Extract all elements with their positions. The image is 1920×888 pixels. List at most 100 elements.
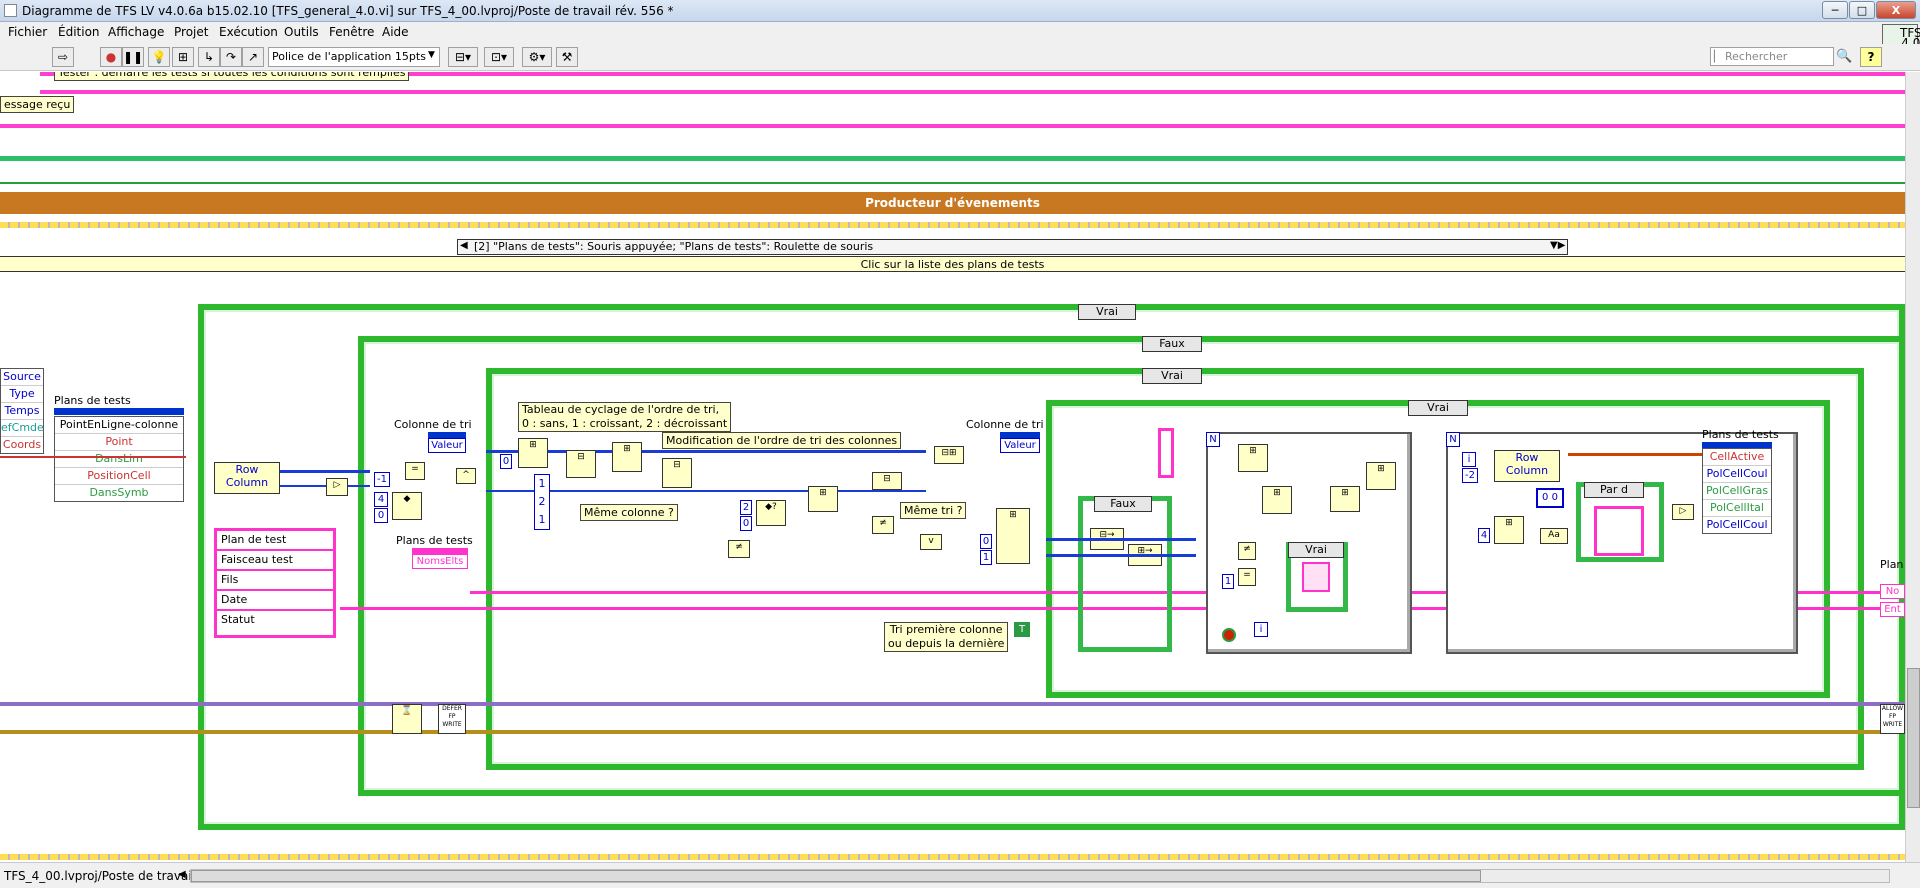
equal-node[interactable]: = — [405, 462, 425, 480]
event-data-node[interactable]: Source Type Temps efCmde Coords — [0, 368, 44, 454]
plans-property-node[interactable]: PointEnLigne-colonne Point DansLim Posit… — [54, 416, 184, 502]
not-equal-node-2[interactable]: ≠ — [728, 540, 750, 558]
scroll-left-icon[interactable]: ◀ — [178, 869, 186, 880]
noms-elts-var[interactable]: NomsElts — [412, 554, 468, 569]
index-array-node-4[interactable]: ⊞ — [1238, 444, 1268, 472]
array-subset-node[interactable]: ⊟ — [566, 450, 596, 478]
select-node[interactable]: ◆ — [392, 492, 422, 520]
block-diagram[interactable]: Tester : démarre les tests si toutes les… — [0, 72, 1905, 862]
retain-wire-values-icon[interactable]: ⊞ — [172, 47, 194, 67]
maximize-button[interactable]: □ — [1849, 1, 1875, 19]
index-array-node-6[interactable]: ⊞ — [1494, 516, 1524, 544]
distribute-objects-icon[interactable]: ⊡▾ — [484, 47, 514, 67]
replace-array-node[interactable]: ⊞ — [612, 442, 642, 472]
menu-affichage[interactable]: Affichage — [108, 25, 164, 39]
or-node[interactable]: v — [920, 534, 942, 550]
project-path[interactable]: TFS_4_00.lvproj/Poste de travail — [4, 869, 195, 883]
menu-projet[interactable]: Projet — [174, 25, 208, 39]
menu-aide[interactable]: Aide — [382, 25, 409, 39]
index-array-node-3[interactable]: ⊞ — [996, 508, 1030, 564]
minimize-button[interactable]: ─ — [1822, 1, 1848, 19]
const-2b[interactable]: 2 — [740, 500, 752, 515]
menu-outils[interactable]: Outils — [284, 25, 319, 39]
const-1e[interactable]: 1 — [1222, 574, 1234, 589]
bundle-row-column[interactable]: Row Column — [1494, 450, 1560, 482]
colonne-tri-valeur-2[interactable]: Valeur — [1000, 438, 1040, 453]
index-array-node-2[interactable]: ⊞ — [808, 486, 838, 512]
step-over-icon[interactable]: ↷ — [220, 47, 242, 67]
event-case-selector[interactable]: [2] "Plans de tests": Souris appuyée; "P… — [457, 239, 1568, 255]
compare-node[interactable]: ▷ — [326, 478, 348, 496]
const-0c[interactable]: 0 — [740, 516, 752, 531]
clean-up-diagram-icon[interactable]: ⚒ — [556, 47, 578, 67]
index-array-node-5[interactable]: ⊞ — [1262, 486, 1292, 514]
vertical-scrollbar[interactable] — [1905, 72, 1920, 862]
equal-node-2[interactable]: = — [1238, 568, 1256, 586]
allow-fp-write-node[interactable]: ALLOW FP WRITE — [1880, 704, 1905, 734]
pause-icon[interactable]: ❚❚ — [122, 47, 144, 67]
pink-cluster-node[interactable] — [1302, 562, 1330, 592]
defer-fp-write-node[interactable]: DEFER FP WRITE — [438, 704, 466, 734]
replace-array-node-2[interactable]: ⊞ — [1330, 486, 1360, 512]
horizontal-scrollbar[interactable] — [190, 869, 1890, 883]
case-structure-faux-small[interactable] — [1078, 496, 1172, 652]
build-array-node-2[interactable]: ⊞ — [1366, 462, 1396, 490]
array-pink-const[interactable] — [1158, 428, 1174, 478]
const-minus2[interactable]: -2 — [1462, 468, 1478, 483]
menu-execution[interactable]: Exécution — [219, 25, 278, 39]
compare-node-3[interactable]: ▷ — [1672, 504, 1694, 520]
not-equal-node[interactable]: ≠ — [872, 516, 894, 534]
array-const[interactable]: 1 2 1 — [534, 474, 550, 530]
case-selector-vrai[interactable]: Vrai — [1142, 368, 1202, 384]
string-node[interactable]: Aa — [1540, 528, 1568, 544]
const-4b[interactable]: 4 — [1478, 528, 1490, 543]
wait-timer-icon[interactable]: ⌛ — [392, 704, 422, 734]
menu-edition[interactable]: Édition — [58, 25, 100, 39]
close-button[interactable]: X — [1876, 1, 1916, 19]
vertical-scroll-thumb[interactable] — [1907, 668, 1920, 808]
const-0b[interactable]: 0 — [500, 454, 512, 469]
const-minus1[interactable]: -1 — [374, 472, 390, 487]
const-0d[interactable]: 0 — [980, 534, 992, 549]
build-array-node[interactable]: ⊟ — [662, 458, 692, 488]
reorder-icon[interactable]: ⚙▾ — [522, 47, 552, 67]
arrow-right-icon[interactable]: ▼▶ — [1550, 240, 1565, 251]
step-out-icon[interactable]: ↗ — [242, 47, 264, 67]
step-into-icon[interactable]: ↳ — [198, 47, 220, 67]
case-selector-right[interactable]: Vrai — [1408, 400, 1468, 416]
case-selector-vrai-small[interactable]: Vrai — [1288, 542, 1344, 558]
run-arrow-icon[interactable]: ⇨ — [52, 47, 74, 67]
menu-fichier[interactable]: Fichier — [8, 25, 47, 39]
no-var[interactable]: No — [1880, 584, 1905, 599]
unbundle-node[interactable]: Row Column — [214, 462, 280, 494]
search-icon[interactable]: 🔍 — [1836, 49, 1852, 64]
menu-fenetre[interactable]: Fenêtre — [329, 25, 374, 39]
horizontal-scroll-thumb[interactable] — [191, 870, 1481, 882]
const-0[interactable]: 0 — [374, 508, 388, 523]
font-selector[interactable]: Police de l'application 15pts — [268, 47, 440, 67]
abort-icon[interactable]: ● — [100, 47, 122, 67]
select-node-2[interactable]: ◆? — [756, 500, 786, 526]
and-node[interactable]: ^ — [456, 468, 476, 484]
context-help-button[interactable]: ? — [1860, 47, 1882, 67]
search-input[interactable]: Rechercher — [1710, 47, 1834, 66]
compare-node-2[interactable]: ≠ — [1238, 542, 1256, 560]
case-selector-faux[interactable]: Faux — [1142, 336, 1202, 352]
true-const[interactable]: T — [1014, 622, 1030, 637]
bundle-node[interactable]: ⊟ — [872, 472, 902, 490]
highlight-execution-icon[interactable]: 💡 — [148, 47, 170, 67]
const-1d[interactable]: 1 — [980, 550, 992, 565]
case-selector-outer[interactable]: Vrai — [1078, 304, 1136, 320]
cluster-const-00[interactable]: 0 0 — [1536, 488, 1564, 508]
index-array-node[interactable]: ⊞ — [518, 438, 548, 468]
cluster-constant[interactable]: Plan de test Faisceau test Fils Date Sta… — [214, 528, 336, 638]
case-selector-faux-small[interactable]: Faux — [1094, 496, 1152, 512]
ent-var[interactable]: Ent — [1880, 602, 1905, 617]
arrow-left-icon[interactable]: ◀ — [460, 240, 468, 251]
colonne-tri-valeur[interactable]: Valeur — [428, 438, 466, 453]
align-objects-icon[interactable]: ⊟▾ — [448, 47, 478, 67]
stop-condition-icon[interactable] — [1222, 628, 1236, 642]
const-4[interactable]: 4 — [374, 492, 388, 507]
bundle-node-2[interactable]: ⊟⊞ — [934, 446, 964, 464]
plans-property-node-2[interactable]: CellActive PolCellCoul PolCellGras PolCe… — [1702, 448, 1772, 534]
